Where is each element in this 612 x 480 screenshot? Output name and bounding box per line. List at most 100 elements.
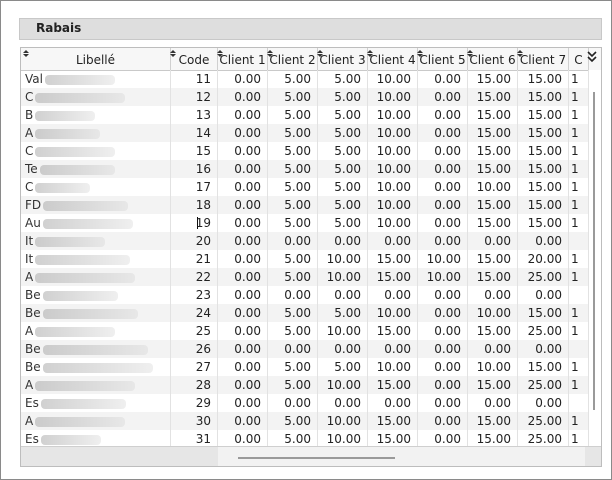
cell-client-3[interactable]: 10.00 (318, 412, 368, 430)
sort-icon[interactable] (467, 50, 473, 58)
cell-client-8[interactable]: 1 (569, 70, 589, 88)
cell-client-8[interactable]: 1 (569, 376, 589, 394)
cell-client-3[interactable]: 5.00 (318, 88, 368, 106)
vertical-scroll-thumb[interactable] (593, 92, 595, 410)
cell-client-6[interactable]: 0.00 (468, 286, 518, 304)
cell-client-6[interactable]: 15.00 (468, 250, 518, 268)
cell-libelle[interactable]: A (21, 322, 171, 340)
cell-client-1[interactable]: 0.00 (218, 412, 268, 430)
cell-libelle[interactable]: A (21, 268, 171, 286)
cell-client-7[interactable]: 25.00 (518, 268, 569, 286)
cell-code[interactable]: 24 (171, 304, 218, 322)
table-row[interactable]: C 15 0.00 5.00 5.00 10.00 0.00 15.00 15.00 1 (21, 142, 601, 160)
table-row[interactable]: C 12 0.00 5.00 5.00 10.00 0.00 15.00 15.00 1 (21, 88, 601, 106)
cell-client-7[interactable]: 15.00 (518, 160, 569, 178)
cell-client-2[interactable]: 5.00 (268, 304, 318, 322)
cell-client-3[interactable]: 5.00 (318, 160, 368, 178)
cell-client-1[interactable]: 0.00 (218, 70, 268, 88)
cell-client-2[interactable]: 5.00 (268, 322, 318, 340)
column-header-7[interactable]: Client 6 (468, 48, 518, 70)
cell-client-3[interactable]: 0.00 (318, 232, 368, 250)
cell-code[interactable]: 26 (171, 340, 218, 358)
cell-client-1[interactable]: 0.00 (218, 232, 268, 250)
table-row[interactable]: Es 29 0.00 0.00 0.00 0.00 0.00 0.00 0.00 (21, 394, 601, 412)
cell-client-7[interactable]: 15.00 (518, 70, 569, 88)
cell-client-3[interactable]: 10.00 (318, 250, 368, 268)
cell-client-5[interactable]: 10.00 (418, 250, 468, 268)
cell-client-8[interactable]: 1 (569, 322, 589, 340)
cell-client-4[interactable]: 10.00 (368, 106, 418, 124)
cell-client-8[interactable]: 1 (569, 304, 589, 322)
cell-client-6[interactable]: 15.00 (468, 376, 518, 394)
cell-client-8[interactable]: 1 (569, 178, 589, 196)
cell-client-8[interactable]: 1 (569, 412, 589, 430)
column-header-8[interactable]: Client 7 (518, 48, 569, 70)
sort-icon[interactable] (517, 50, 523, 58)
sort-icon[interactable] (170, 50, 176, 58)
cell-code[interactable]: 21 (171, 250, 218, 268)
table-row[interactable]: C 17 0.00 5.00 5.00 10.00 0.00 10.00 15.00 1 (21, 178, 601, 196)
cell-client-3[interactable]: 5.00 (318, 70, 368, 88)
cell-client-5[interactable]: 0.00 (418, 358, 468, 376)
cell-libelle[interactable]: FD (21, 196, 171, 214)
cell-client-7[interactable]: 0.00 (518, 340, 569, 358)
cell-client-7[interactable]: 15.00 (518, 178, 569, 196)
cell-libelle[interactable]: C (21, 142, 171, 160)
cell-client-5[interactable]: 0.00 (418, 394, 468, 412)
table-row[interactable]: A 22 0.00 5.00 10.00 15.00 10.00 15.00 25.00 1 (21, 268, 601, 286)
cell-client-4[interactable]: 10.00 (368, 196, 418, 214)
cell-client-3[interactable]: 5.00 (318, 214, 368, 232)
cell-client-8[interactable]: 1 (569, 358, 589, 376)
sort-icon[interactable] (317, 50, 323, 58)
table-row[interactable]: A 25 0.00 5.00 10.00 15.00 0.00 15.00 25.00 1 (21, 322, 601, 340)
sort-icon[interactable] (217, 50, 223, 58)
cell-client-5[interactable]: 0.00 (418, 70, 468, 88)
cell-client-8[interactable]: 1 (569, 88, 589, 106)
cell-client-6[interactable]: 15.00 (468, 214, 518, 232)
sort-icon[interactable] (367, 50, 373, 58)
cell-client-1[interactable]: 0.00 (218, 358, 268, 376)
cell-client-5[interactable]: 10.00 (418, 268, 468, 286)
cell-client-2[interactable]: 5.00 (268, 106, 318, 124)
cell-code[interactable]: 13 (171, 106, 218, 124)
cell-client-4[interactable]: 10.00 (368, 88, 418, 106)
column-header-4[interactable]: Client 3 (318, 48, 368, 70)
table-row[interactable]: Be 27 0.00 5.00 5.00 10.00 0.00 10.00 15.00 1 (21, 358, 601, 376)
cell-client-6[interactable]: 15.00 (468, 124, 518, 142)
cell-client-7[interactable]: 15.00 (518, 304, 569, 322)
cell-client-8[interactable] (569, 286, 589, 304)
cell-client-5[interactable]: 0.00 (418, 142, 468, 160)
cell-client-6[interactable]: 0.00 (468, 232, 518, 250)
cell-client-5[interactable]: 0.00 (418, 412, 468, 430)
cell-client-4[interactable]: 10.00 (368, 214, 418, 232)
cell-client-8[interactable]: 1 (569, 160, 589, 178)
cell-client-7[interactable]: 0.00 (518, 394, 569, 412)
cell-client-1[interactable]: 0.00 (218, 376, 268, 394)
cell-client-3[interactable]: 5.00 (318, 142, 368, 160)
cell-client-5[interactable]: 0.00 (418, 88, 468, 106)
cell-client-7[interactable]: 15.00 (518, 214, 569, 232)
cell-client-1[interactable]: 0.00 (218, 178, 268, 196)
cell-client-5[interactable]: 0.00 (418, 178, 468, 196)
cell-client-1[interactable]: 0.00 (218, 214, 268, 232)
sort-icon[interactable] (267, 50, 273, 58)
cell-client-8[interactable]: 1 (569, 124, 589, 142)
cell-client-6[interactable]: 15.00 (468, 322, 518, 340)
cell-client-5[interactable]: 0.00 (418, 106, 468, 124)
cell-client-8[interactable]: 1 (569, 214, 589, 232)
cell-client-1[interactable]: 0.00 (218, 250, 268, 268)
cell-libelle[interactable]: Au (21, 214, 171, 232)
cell-client-1[interactable]: 0.00 (218, 124, 268, 142)
cell-client-8[interactable]: 1 (569, 250, 589, 268)
cell-libelle[interactable]: C (21, 178, 171, 196)
cell-client-2[interactable]: 5.00 (268, 88, 318, 106)
cell-client-4[interactable]: 15.00 (368, 268, 418, 286)
cell-client-2[interactable]: 5.00 (268, 412, 318, 430)
cell-client-3[interactable]: 5.00 (318, 358, 368, 376)
cell-code[interactable]: 11 (171, 70, 218, 88)
column-header-1[interactable]: Code (171, 48, 218, 70)
cell-client-4[interactable]: 15.00 (368, 376, 418, 394)
cell-client-2[interactable]: 5.00 (268, 178, 318, 196)
cell-client-1[interactable]: 0.00 (218, 340, 268, 358)
cell-client-3[interactable]: 5.00 (318, 304, 368, 322)
